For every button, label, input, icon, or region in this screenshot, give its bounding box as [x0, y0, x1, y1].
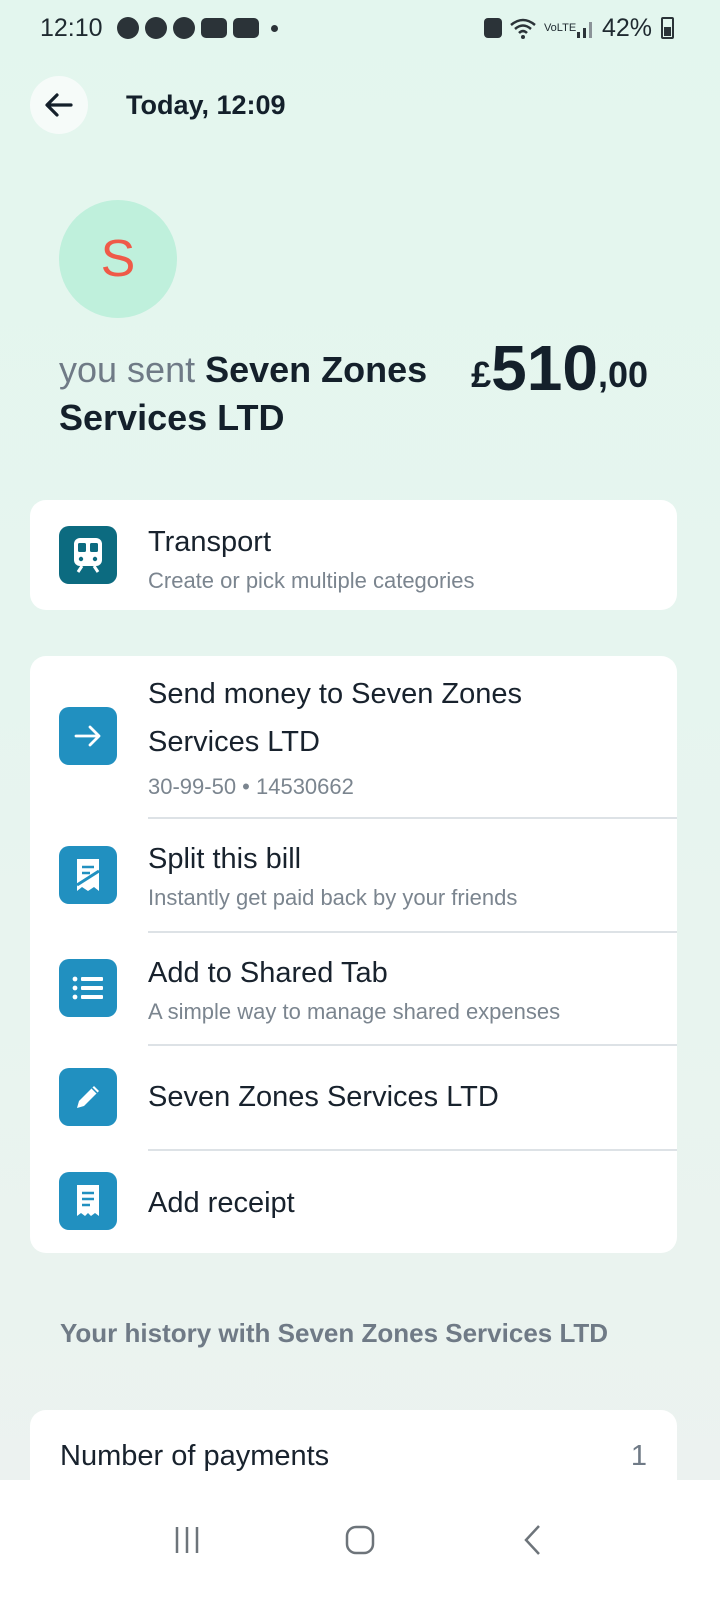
amount-currency: £	[471, 354, 492, 395]
system-nav-bar	[0, 1480, 720, 1600]
split-bill-subtitle: Instantly get paid back by your friends	[148, 885, 518, 910]
actions-card: Send money to Seven Zones Services LTD 3…	[30, 656, 677, 1253]
system-back-button[interactable]	[503, 1510, 563, 1570]
back-button[interactable]	[30, 76, 88, 134]
category-subtitle: Create or pick multiple categories	[148, 568, 475, 593]
transaction-summary: you sent Seven Zones Services LTD	[59, 346, 449, 442]
split-bill-title: Split this bill	[148, 843, 302, 875]
home-icon	[345, 1525, 375, 1555]
arrow-right-icon	[59, 707, 117, 765]
home-button[interactable]	[330, 1510, 390, 1570]
facebook-icon	[172, 17, 195, 39]
recent-apps-button[interactable]	[157, 1510, 217, 1570]
history-label: Number of payments	[60, 1440, 330, 1472]
status-bar: 12:10 VoLTE 42%	[0, 0, 720, 56]
avatar: S	[59, 200, 177, 318]
history-value: 1	[630, 1440, 647, 1472]
category-title: Transport	[148, 526, 272, 558]
send-money-row[interactable]: Send money to Seven Zones Services LTD 3…	[30, 656, 677, 818]
edit-name-title: Seven Zones Services LTD	[148, 1081, 499, 1113]
youtube-icon	[232, 18, 259, 38]
chevron-left-icon	[524, 1525, 541, 1555]
battery-icon	[661, 17, 674, 39]
data-saver-icon	[483, 18, 502, 38]
network-label: VoLTE	[543, 21, 577, 34]
facebook-icon	[116, 17, 139, 39]
arrow-left-icon	[45, 93, 73, 117]
shared-tab-subtitle: A simple way to manage shared expenses	[148, 999, 561, 1024]
shared-tab-title: Add to Shared Tab	[148, 957, 388, 989]
edit-name-row[interactable]: Seven Zones Services LTD	[30, 1046, 677, 1150]
receipt-icon	[59, 1172, 117, 1230]
summary-prefix: you sent	[59, 349, 206, 390]
dot-icon	[270, 24, 278, 32]
battery-percent: 42%	[601, 13, 652, 42]
split-bill-icon	[59, 846, 117, 904]
youtube-icon	[200, 18, 227, 38]
list-icon	[59, 959, 117, 1017]
pencil-icon	[59, 1068, 117, 1126]
split-bill-row[interactable]: Split this bill Instantly get paid back …	[30, 819, 677, 931]
status-left: 12:10	[40, 14, 278, 43]
send-money-title: Send money to Seven Zones Services LTD	[148, 678, 523, 758]
facebook-icon	[144, 17, 167, 39]
history-row[interactable]: Number of payments 1	[60, 1440, 647, 1473]
recent-apps-icon	[175, 1527, 198, 1553]
page-title: Today, 12:09	[126, 89, 286, 120]
transaction-amount: £ 510 ,00	[471, 332, 648, 404]
amount-decimal: ,00	[597, 354, 648, 395]
account-details: 30-99-50 • 14530662	[148, 774, 354, 799]
status-time: 12:10	[40, 13, 103, 42]
signal-icon	[576, 22, 592, 38]
wifi-icon	[510, 18, 536, 39]
add-receipt-row[interactable]: Add receipt	[30, 1151, 677, 1253]
amount-whole: 510	[491, 332, 598, 404]
status-right: VoLTE 42%	[483, 13, 674, 43]
train-icon	[59, 526, 117, 584]
category-card[interactable]: Transport Create or pick multiple catego…	[30, 500, 677, 610]
add-receipt-title: Add receipt	[148, 1187, 295, 1219]
shared-tab-row[interactable]: Add to Shared Tab A simple way to manage…	[30, 933, 677, 1045]
history-title: Your history with Seven Zones Services L…	[60, 1318, 609, 1348]
header: Today, 12:09	[30, 76, 690, 134]
